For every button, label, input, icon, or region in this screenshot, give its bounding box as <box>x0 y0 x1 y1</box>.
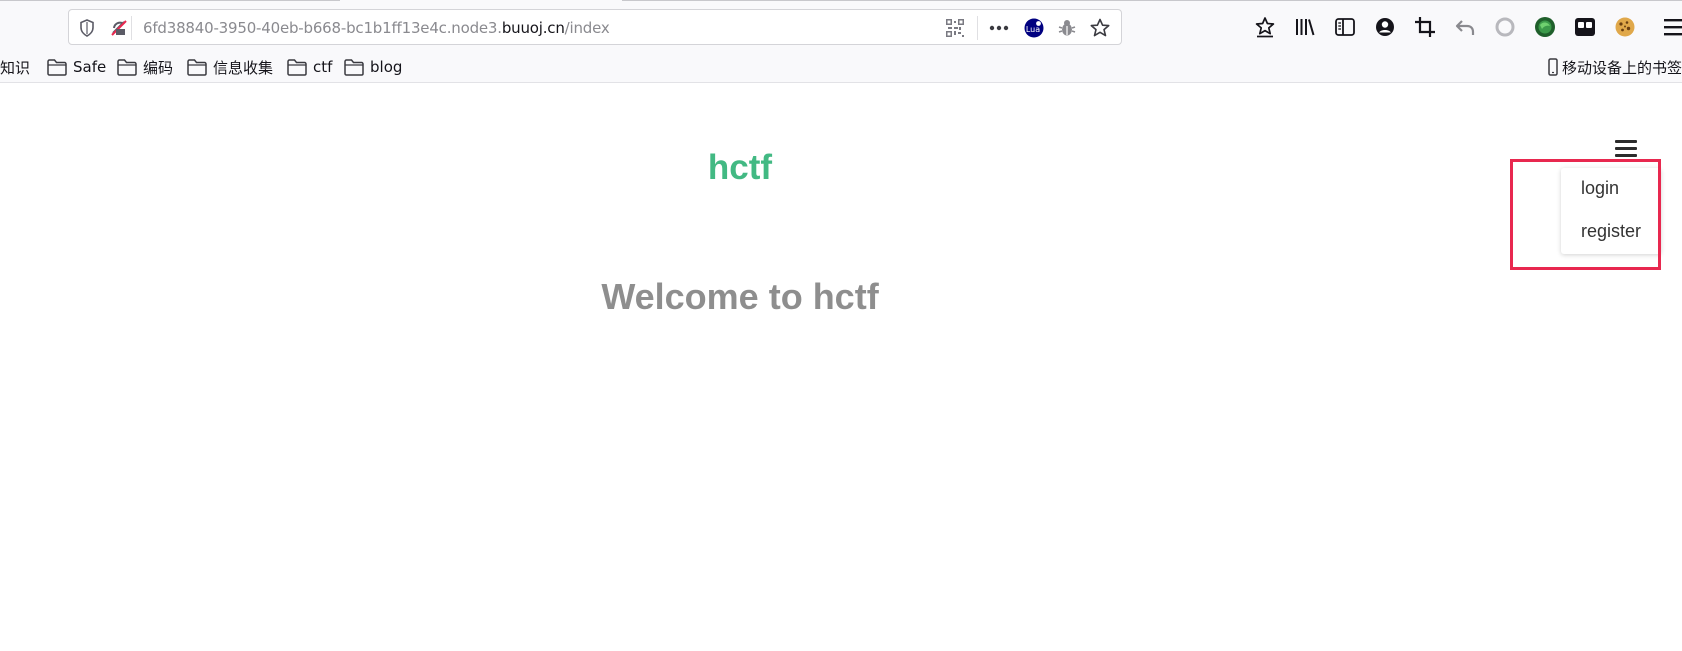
bookmark-folder[interactable]: Safe <box>47 56 106 78</box>
bookmark-folder[interactable]: 信息收集 <box>187 56 273 78</box>
crop-icon[interactable] <box>1412 14 1438 40</box>
folder-icon <box>47 58 67 76</box>
folder-icon <box>187 58 207 76</box>
bookmark-label: blog <box>370 58 403 76</box>
welcome-heading: Welcome to hctf <box>601 276 879 317</box>
undo-icon[interactable] <box>1452 14 1478 40</box>
url-divider <box>977 16 978 40</box>
site-title[interactable]: hctf <box>690 148 790 188</box>
menu-item-login[interactable]: login <box>1581 178 1619 199</box>
bookmark-label: Safe <box>73 58 107 76</box>
address-bar[interactable]: 6fd38840-3950-40eb-b668-bc1b1ff13e4c.nod… <box>68 9 1122 45</box>
phone-icon <box>1548 58 1558 76</box>
hamburger-menu-icon[interactable] <box>1615 140 1637 160</box>
tracking-off-icon[interactable] <box>109 18 129 38</box>
sidebar-icon[interactable] <box>1332 14 1358 40</box>
bookmark-label: 知识 <box>0 58 31 77</box>
url-text[interactable]: 6fd38840-3950-40eb-b668-bc1b1ff13e4c.nod… <box>143 19 610 37</box>
menu-icon[interactable] <box>1660 14 1682 40</box>
lua-label: Lua <box>1026 25 1040 34</box>
folder-icon <box>287 58 307 76</box>
folder-icon <box>344 58 364 76</box>
bookmark-folder[interactable]: ctf <box>287 56 332 78</box>
library-icon[interactable] <box>1292 14 1318 40</box>
url-divider <box>131 16 132 40</box>
circle-icon[interactable] <box>1492 14 1518 40</box>
mobile-bookmarks[interactable]: 移动设备上的书签 <box>1548 56 1682 78</box>
menu-item-register[interactable]: register <box>1581 221 1641 242</box>
url-path: /index <box>564 19 610 37</box>
bug-icon[interactable] <box>1057 18 1077 38</box>
cookie-icon[interactable] <box>1612 14 1638 40</box>
bookmark-folder[interactable]: 编码 <box>117 56 173 78</box>
url-prefix: 6fd38840-3950-40eb-b668-bc1b1ff13e4c.nod… <box>143 19 502 37</box>
bookmark-label: ctf <box>313 58 333 76</box>
tab-strip-edge <box>622 0 1682 1</box>
url-host: buuoj.cn <box>501 19 565 37</box>
nav-dropdown-menu: login register <box>1561 168 1661 254</box>
tab-strip-edge <box>0 0 340 1</box>
bookmark-label: 编码 <box>143 58 174 77</box>
star-icon[interactable] <box>1090 18 1110 38</box>
more-icon[interactable] <box>989 18 1009 38</box>
account-icon[interactable] <box>1372 14 1398 40</box>
browser-chrome: 6fd38840-3950-40eb-b668-bc1b1ff13e4c.nod… <box>0 0 1682 83</box>
bookmark-label: 信息收集 <box>213 58 274 77</box>
tab-extension-icon[interactable] <box>1572 14 1598 40</box>
folder-icon <box>117 58 137 76</box>
qr-code-icon[interactable] <box>945 18 965 38</box>
reading-list-icon[interactable] <box>1252 14 1278 40</box>
bookmark-item[interactable]: 知识 <box>0 56 30 78</box>
bookmark-folder[interactable]: blog <box>344 56 402 78</box>
mobile-bookmarks-label: 移动设备上的书签 <box>1562 58 1682 77</box>
lua-icon[interactable]: Lua <box>1024 18 1044 38</box>
shield-icon[interactable] <box>77 18 97 38</box>
green-extension-icon[interactable] <box>1532 14 1558 40</box>
